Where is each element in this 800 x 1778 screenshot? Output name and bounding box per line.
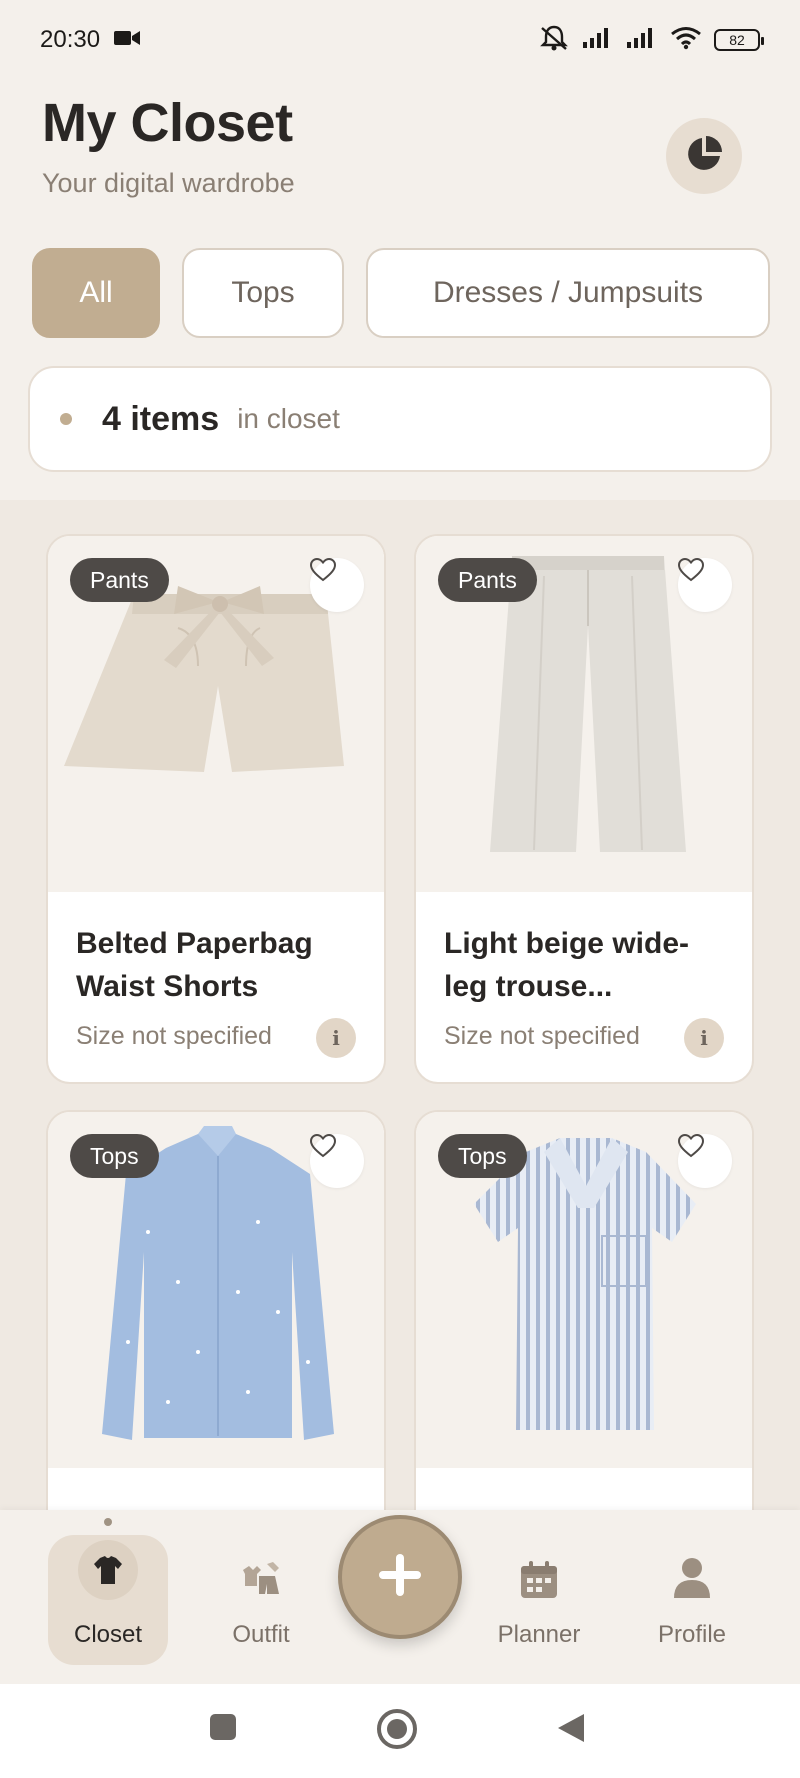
item-size: Size not specified (444, 1022, 640, 1050)
plus-icon (375, 1550, 425, 1605)
stats-button[interactable] (666, 118, 742, 194)
page-title: My Closet (42, 93, 293, 153)
item-card[interactable]: Tops (414, 1110, 754, 1510)
filter-chip-dresses-jumpsuits[interactable]: Dresses / Jumpsuits (366, 248, 770, 338)
wifi-icon (670, 26, 702, 55)
filter-chip-tops[interactable]: Tops (182, 248, 344, 338)
pie-chart-icon (684, 134, 724, 179)
item-image-trousers: Pants (416, 536, 752, 892)
nav-item-planner[interactable]: Planner (479, 1535, 599, 1665)
item-title: Light beige wide-leg trouse... (444, 927, 689, 1003)
nav-label-outfit: Outfit (232, 1621, 290, 1648)
status-time: 20:30 (40, 26, 101, 53)
heart-icon[interactable] (310, 558, 364, 612)
item-card-body: Belted Paperbag Waist Shorts Size not sp… (48, 892, 384, 1082)
item-card[interactable]: Pants Belted Paperbag Waist Shorts Size … (46, 534, 386, 1084)
item-card-body (48, 1468, 384, 1510)
category-tag: Tops (70, 1134, 159, 1178)
signal-icon (582, 26, 614, 55)
heart-icon[interactable] (310, 1134, 364, 1188)
filter-chips: All Tops Dresses / Jumpsuits (32, 248, 770, 338)
item-count-banner: 4 items in closet (28, 366, 772, 472)
add-item-button[interactable] (338, 1515, 462, 1639)
item-card-body: Light beige wide-leg trouse... Size not … (416, 892, 752, 1082)
recents-icon[interactable] (208, 1712, 238, 1747)
item-count-suffix: in closet (237, 403, 340, 434)
item-grid: Pants Belted Paperbag Waist Shorts Size … (0, 500, 800, 1510)
back-icon[interactable] (556, 1712, 586, 1749)
heart-icon[interactable] (678, 1134, 732, 1188)
item-image-striped-shirt: Tops (416, 1112, 752, 1468)
video-camera-icon (114, 26, 141, 54)
active-indicator-dot (104, 1518, 112, 1526)
item-title (76, 1498, 356, 1510)
home-icon[interactable] (376, 1708, 418, 1755)
info-icon[interactable]: i (316, 1018, 356, 1058)
status-right: 82 (538, 24, 764, 57)
item-card-body (416, 1468, 752, 1510)
mute-icon (538, 24, 570, 57)
item-title: Belted Paperbag Waist Shorts (76, 927, 313, 1003)
heart-icon[interactable] (678, 558, 732, 612)
nav-label-planner: Planner (497, 1621, 581, 1648)
header: My Closet Your digital wardrobe (42, 92, 295, 199)
item-title (444, 1498, 724, 1510)
item-card[interactable]: Tops (46, 1110, 386, 1510)
nav-item-profile[interactable]: Profile (632, 1535, 752, 1665)
filter-chip-all[interactable]: All (32, 248, 160, 338)
category-tag: Pants (438, 558, 537, 602)
calendar-icon (519, 1560, 559, 1607)
item-image-blue-shirt: Tops (48, 1112, 384, 1468)
battery-icon: 82 (714, 29, 764, 51)
item-size: Size not specified (76, 1022, 272, 1050)
page-subtitle: Your digital wardrobe (42, 168, 295, 198)
info-icon[interactable]: i (684, 1018, 724, 1058)
category-tag: Tops (438, 1134, 527, 1178)
shirt-icon (78, 1540, 138, 1607)
signal-icon (626, 26, 658, 55)
nav-label-closet: Closet (73, 1621, 143, 1648)
category-tag: Pants (70, 558, 169, 602)
nav-item-outfit[interactable]: Outfit (201, 1535, 321, 1665)
item-count: 4 items (102, 399, 220, 438)
status-left: 20:30 (40, 26, 141, 54)
profile-icon (672, 1556, 712, 1607)
count-dot (60, 413, 72, 425)
outfit-icon (239, 1560, 283, 1607)
nav-label-profile: Profile (657, 1621, 727, 1648)
system-nav-bar (0, 1684, 800, 1778)
item-card[interactable]: Pants Light beige wide-leg trouse... Siz… (414, 534, 754, 1084)
status-bar: 20:30 82 (0, 0, 800, 80)
nav-item-closet[interactable]: Closet (48, 1535, 168, 1665)
item-image-shorts: Pants (48, 536, 384, 892)
